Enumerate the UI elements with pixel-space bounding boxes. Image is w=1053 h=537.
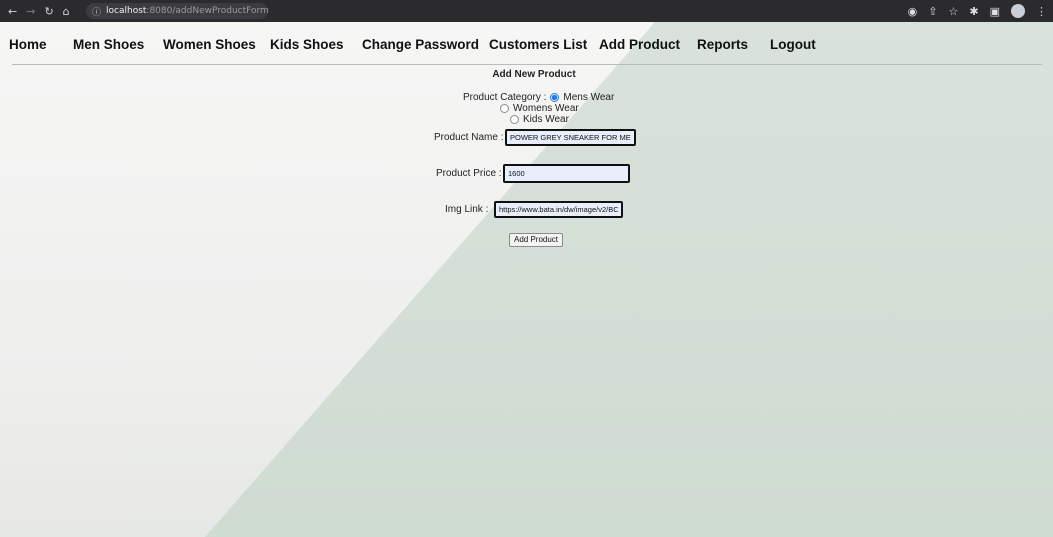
reload-icon[interactable]: ↻ [44,5,53,18]
extensions-puzzle-icon[interactable]: ✱ [969,5,978,18]
forward-arrow-icon[interactable]: → [26,5,35,18]
product-name-input[interactable] [505,129,636,146]
radio-womens-wear-label: Womens Wear [513,103,579,114]
nav-reports[interactable]: Reports [697,37,748,52]
category-label: Product Category : [463,92,547,103]
bookmark-star-icon[interactable]: ☆ [949,5,959,18]
nav-women-shoes[interactable]: Women Shoes [163,37,256,52]
radio-mens-wear[interactable] [550,93,560,102]
main-nav: Home Men Shoes Women Shoes Kids Shoes Ch… [0,22,1053,62]
category-row: Product Category : Mens Wear [463,92,614,103]
nav-men-shoes[interactable]: Men Shoes [73,37,144,52]
radio-kids-wear[interactable] [510,115,519,124]
profile-avatar[interactable] [1011,4,1025,18]
add-product-button[interactable]: Add Product [509,233,564,247]
img-link-label: Img Link : [445,204,489,215]
page-content: Home Men Shoes Women Shoes Kids Shoes Ch… [0,22,1053,537]
product-price-label: Product Price : [436,168,502,179]
address-bar[interactable]: ⓘ localhost :8080/addNewProductForm [86,3,269,19]
nav-kids-shoes[interactable]: Kids Shoes [270,37,344,52]
home-icon[interactable]: ⌂ [63,5,70,18]
radio-mens-wear-label: Mens Wear [563,92,615,103]
nav-customers-list[interactable]: Customers List [489,37,587,52]
menu-kebab-icon[interactable]: ⋮ [1036,5,1047,18]
browser-nav: ← → ↻ ⌂ [0,5,70,18]
category-row-womens: Womens Wear [500,103,579,114]
img-link-input[interactable] [494,201,623,218]
category-row-kids: Kids Wear [510,114,569,125]
nav-add-product[interactable]: Add Product [599,37,680,52]
back-arrow-icon[interactable]: ← [8,5,17,18]
nav-divider [12,64,1042,65]
product-name-label: Product Name : [434,132,504,143]
product-price-input[interactable] [503,164,630,183]
form-title: Add New Product [492,69,576,80]
browser-toolbar: ← → ↻ ⌂ ⓘ localhost :8080/addNewProductF… [0,0,1053,22]
url-host: localhost [106,6,147,16]
nav-logout[interactable]: Logout [770,37,816,52]
info-icon: ⓘ [92,7,102,18]
nav-home[interactable]: Home [9,37,47,52]
extension-icon[interactable]: ◉ [908,5,918,18]
browser-actions: ◉ ⇧ ☆ ✱ ▣ ⋮ [908,0,1047,22]
radio-womens-wear[interactable] [500,104,509,113]
radio-kids-wear-label: Kids Wear [523,114,569,125]
share-icon[interactable]: ⇧ [928,5,937,18]
nav-change-password[interactable]: Change Password [362,37,479,52]
sidebar-icon[interactable]: ▣ [990,5,1000,18]
url-path: :8080/addNewProductForm [146,6,269,16]
